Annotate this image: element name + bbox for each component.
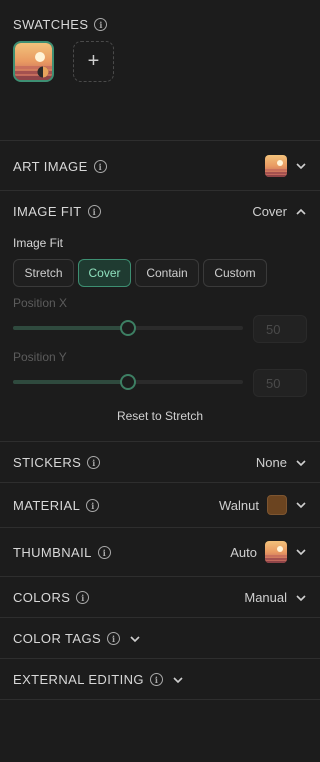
art-image-header: ART IMAGE i (13, 159, 107, 174)
info-icon[interactable]: i (76, 591, 90, 604)
image-fit-header: IMAGE FIT i (13, 204, 101, 219)
sunset-image-icon (265, 541, 287, 563)
image-fit-label: Image Fit (13, 236, 64, 250)
position-x-label: Position X (13, 296, 68, 310)
info-icon[interactable]: i (97, 546, 111, 559)
info-icon[interactable]: i (86, 499, 100, 512)
image-fit-title: IMAGE FIT (13, 204, 82, 219)
settings-panel: SWATCHES i + ART IMAGE i IMAGE FIT i Cov… (0, 0, 320, 762)
position-y-handle[interactable] (120, 374, 136, 390)
position-y-fill (13, 380, 128, 384)
chevron-down-icon[interactable] (129, 633, 141, 645)
position-x-handle[interactable] (120, 320, 136, 336)
position-x-input[interactable]: 50 (253, 315, 307, 343)
swatches-header: SWATCHES i (13, 17, 108, 32)
thumbnail-dropdown[interactable]: Auto (230, 541, 307, 563)
chevron-down-icon[interactable] (295, 499, 307, 511)
color-tags-header: COLOR TAGS i (13, 631, 141, 646)
colors-dropdown[interactable]: Manual (244, 590, 307, 605)
colors-title: COLORS (13, 590, 71, 605)
reset-to-stretch-button[interactable]: Reset to Stretch (0, 409, 320, 423)
info-icon[interactable]: i (107, 632, 121, 645)
stickers-row[interactable]: STICKERS i None (0, 442, 320, 483)
swatch-sunset[interactable] (13, 41, 54, 82)
material-dropdown[interactable]: Walnut (219, 495, 307, 515)
stickers-title: STICKERS (13, 455, 82, 470)
chevron-up-icon[interactable] (295, 206, 307, 218)
sunset-image-icon (15, 43, 52, 80)
fit-option-cover[interactable]: Cover (78, 259, 131, 287)
colors-header: COLORS i (13, 590, 90, 605)
colors-value: Manual (244, 590, 287, 605)
image-fit-value: Cover (252, 204, 287, 219)
position-y-slider[interactable] (13, 374, 243, 390)
stickers-dropdown[interactable]: None (256, 455, 307, 470)
art-image-title: ART IMAGE (13, 159, 88, 174)
fit-option-stretch[interactable]: Stretch (13, 259, 74, 287)
position-x-fill (13, 326, 128, 330)
position-y-input[interactable]: 50 (253, 369, 307, 397)
chevron-down-icon[interactable] (295, 546, 307, 558)
material-header: MATERIAL i (13, 498, 100, 513)
add-swatch-button[interactable]: + (73, 41, 114, 82)
info-icon[interactable]: i (93, 160, 107, 173)
art-image-control[interactable] (265, 155, 307, 177)
colors-row[interactable]: COLORS i Manual (0, 577, 320, 618)
position-x-slider[interactable] (13, 320, 243, 336)
swatches-section: SWATCHES i + (0, 0, 320, 141)
info-icon[interactable]: i (87, 205, 101, 218)
stickers-value: None (255, 455, 287, 470)
chevron-down-icon[interactable] (172, 674, 184, 686)
stickers-header: STICKERS i (13, 455, 101, 470)
image-fit-toggle[interactable]: Cover (252, 204, 307, 219)
material-value: Walnut (219, 497, 259, 513)
thumbnail-row[interactable]: THUMBNAIL i Auto (0, 528, 320, 577)
color-tags-row[interactable]: COLOR TAGS i (0, 618, 320, 659)
thumbnail-title: THUMBNAIL (13, 545, 92, 560)
info-icon[interactable]: i (149, 673, 163, 686)
external-editing-row[interactable]: EXTERNAL EDITING i (0, 659, 320, 700)
position-y-label: Position Y (13, 350, 67, 364)
chevron-down-icon[interactable] (295, 592, 307, 604)
art-image-row[interactable]: ART IMAGE i (0, 141, 320, 191)
material-title: MATERIAL (13, 498, 81, 513)
material-swatch (267, 495, 287, 515)
material-row[interactable]: MATERIAL i Walnut (0, 483, 320, 528)
art-image-thumbnail (265, 155, 287, 177)
thumbnail-preview (265, 541, 287, 563)
external-editing-title: EXTERNAL EDITING (13, 672, 144, 687)
external-editing-header: EXTERNAL EDITING i (13, 672, 184, 687)
swatches-title: SWATCHES (13, 17, 89, 32)
fit-option-contain[interactable]: Contain (135, 259, 199, 287)
thumbnail-value: Auto (230, 544, 257, 560)
chevron-down-icon[interactable] (295, 457, 307, 469)
info-icon[interactable]: i (87, 456, 101, 469)
sunset-image-icon (265, 155, 287, 177)
info-icon[interactable]: i (94, 18, 108, 31)
fit-option-custom[interactable]: Custom (203, 259, 267, 287)
thumbnail-header: THUMBNAIL i (13, 545, 111, 560)
color-tags-title: COLOR TAGS (13, 631, 102, 646)
chevron-down-icon[interactable] (295, 160, 307, 172)
